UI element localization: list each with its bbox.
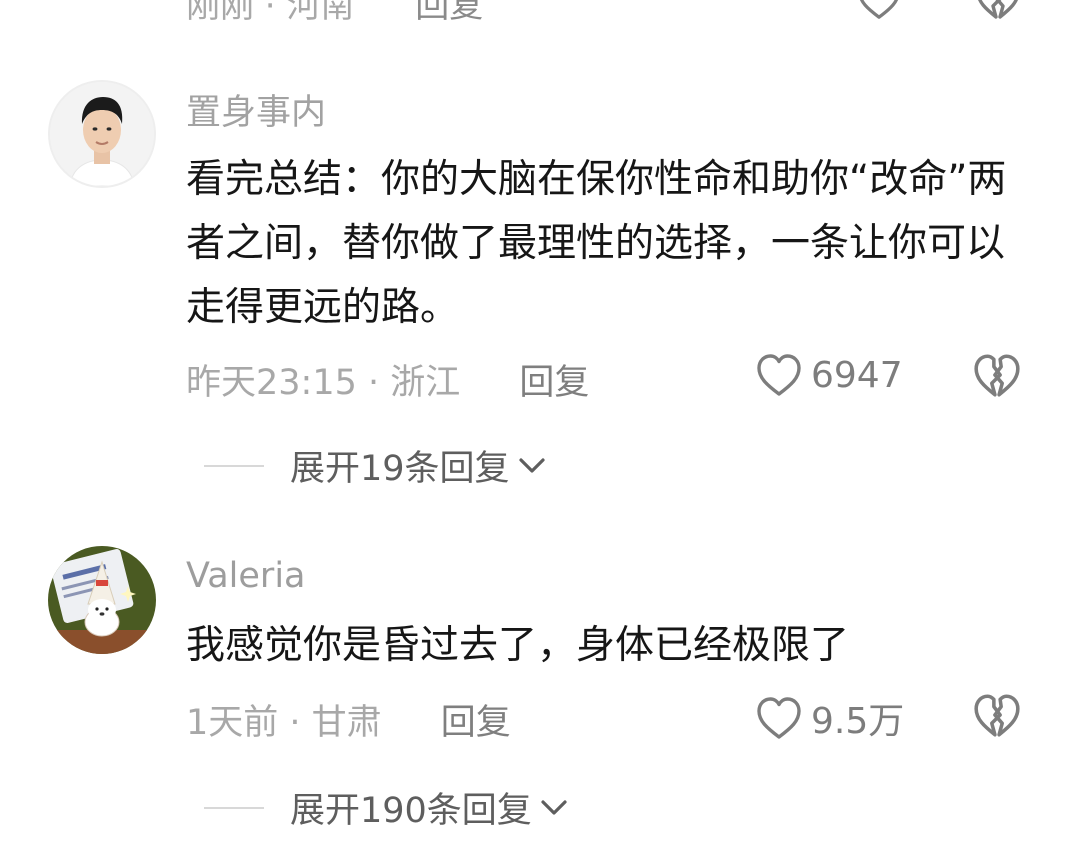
broken-heart-icon[interactable] [974, 0, 1022, 22]
expand-replies-button[interactable]: 展开190条回复 [204, 782, 570, 833]
expand-replies-label: 展开19条回复 [290, 449, 510, 489]
reply-button[interactable]: 回复 [415, 0, 483, 26]
comment-text: 看完总结：你的大脑在保你性命和助你“改命”两者之间，替你做了最理性的选择，一条让… [186, 157, 1007, 330]
comment-username[interactable]: 置身事内 [186, 84, 326, 135]
comment-time-location: 昨天23:15 · 浙江 [186, 363, 461, 403]
like-button[interactable]: 6947 [755, 352, 903, 398]
comment-meta: 1天前 · 甘肃 回复 [186, 694, 511, 745]
reply-button[interactable]: 回复 [441, 703, 511, 743]
expand-replies-button[interactable]: 展开19条回复 [204, 440, 548, 491]
like-button[interactable]: 9.5万 [755, 692, 904, 744]
chevron-down-icon [541, 799, 567, 815]
like-count: 6947 [811, 354, 903, 396]
heart-outline-icon[interactable] [856, 0, 902, 22]
avatar[interactable] [48, 80, 156, 188]
comment-username[interactable]: Valeria [186, 556, 306, 596]
chevron-down-icon [518, 457, 545, 473]
comment-meta: 昨天23:15 · 浙江 回复 [186, 354, 589, 405]
comment-item: 置身事内 看完总结：你的大脑在保你性命和助你“改命”两者之间，替你做了最理性的选… [0, 78, 1080, 491]
divider-line [204, 806, 264, 809]
comment-meta-top: 刚刚 · 河南 回复 [186, 0, 483, 27]
divider-line [204, 464, 264, 467]
comment-item: Valeria 我感觉你是昏过去了，身体已经极限了 1天前 · 甘肃 回复 9.… [0, 546, 1080, 846]
heart-outline-icon [757, 697, 801, 739]
like-count: 9.5万 [811, 701, 905, 742]
comments-screen: 刚刚 · 河南 回复 置身事内 看完总结：你的大脑在保你性命和助你“改命”两者之… [0, 0, 1080, 860]
comment-time-location: 刚刚 · 河南 [186, 0, 355, 26]
comment-time-location: 1天前 · 甘肃 [186, 703, 382, 743]
avatar-cartoon-dog-icon [48, 546, 156, 654]
avatar[interactable] [48, 546, 156, 654]
broken-heart-icon[interactable] [972, 352, 1022, 400]
avatar-man-photo-icon [50, 82, 154, 186]
expand-replies-label: 展开190条回复 [290, 791, 532, 831]
comment-text: 我感觉你是昏过去了，身体已经极限了 [186, 623, 850, 668]
broken-heart-icon[interactable] [972, 692, 1022, 740]
heart-outline-icon [757, 354, 801, 396]
reply-button[interactable]: 回复 [519, 363, 589, 403]
